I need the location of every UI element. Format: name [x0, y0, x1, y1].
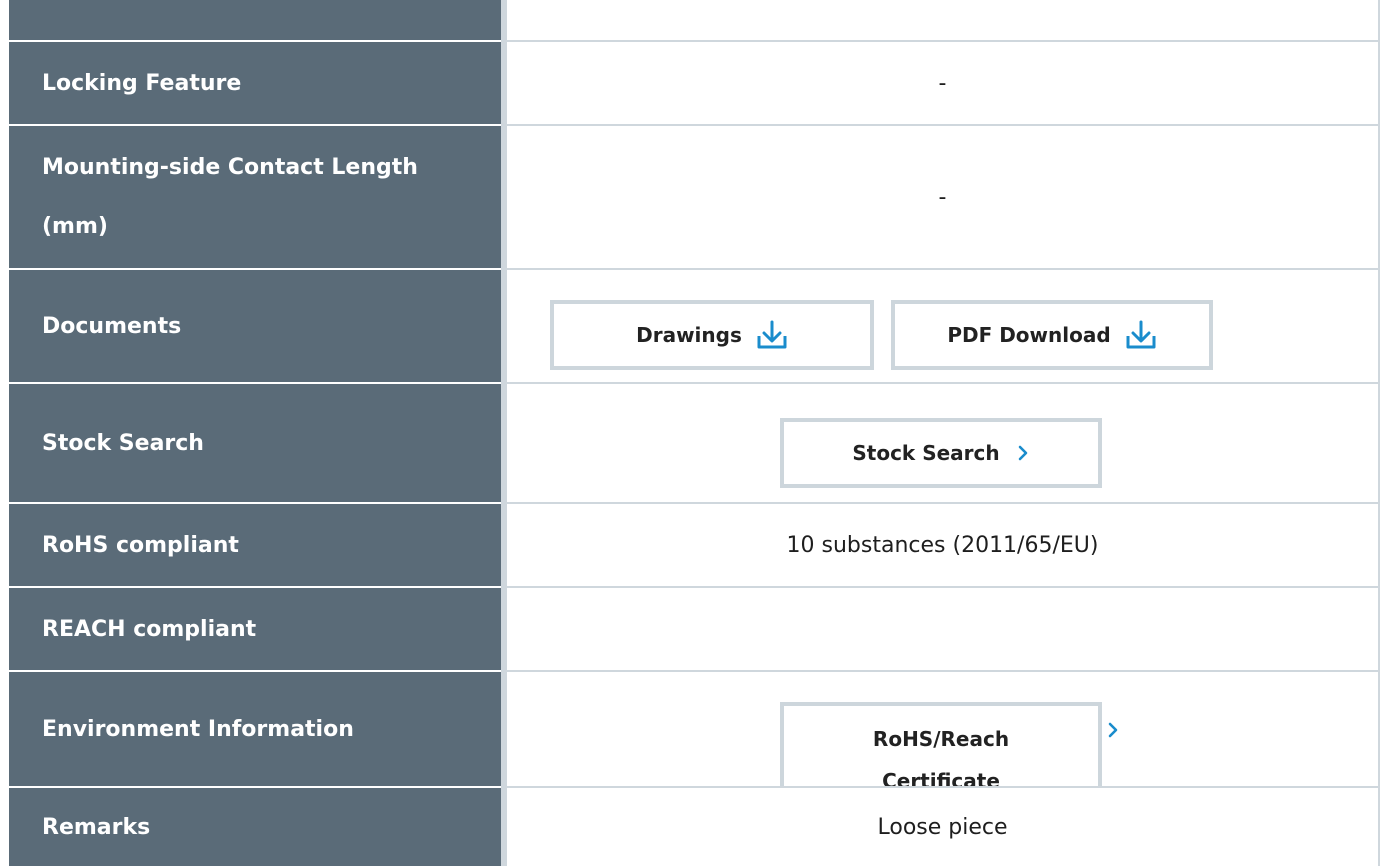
table-row-environment: Environment Information RoHS/Reach Certi… [0, 672, 1384, 786]
row-label-line2: (mm) [42, 214, 108, 239]
row-label-reach: REACH compliant [9, 588, 501, 670]
rohs-reach-certificate-button[interactable]: RoHS/Reach Certificate [780, 702, 1102, 786]
pdf-download-button-label: PDF Download [947, 323, 1111, 347]
row-value-remarks: Loose piece [877, 814, 1008, 840]
drawings-button[interactable]: Drawings [550, 300, 874, 370]
row-value-locking: - [938, 70, 947, 96]
table-row-rohs: RoHS compliant 10 substances (2011/65/EU… [0, 504, 1384, 586]
stock-search-button-label: Stock Search [852, 441, 1000, 465]
row-label-remarks: Remarks [9, 788, 501, 866]
row-label-stock-search: Stock Search [9, 384, 501, 502]
table-row-contact-length: Mounting-side Contact Length (mm) - [0, 126, 1384, 268]
certificate-button-line1: RoHS/Reach [872, 727, 1010, 751]
table-row-documents: Documents Drawings PDF Download [0, 270, 1384, 382]
table-row-top [0, 0, 1384, 40]
row-label-locking: Locking Feature [9, 42, 501, 124]
table-row-remarks: Remarks Loose piece [0, 788, 1384, 866]
chevron-right-icon [1018, 445, 1027, 461]
drawings-button-label: Drawings [636, 323, 742, 347]
stock-search-button[interactable]: Stock Search [780, 418, 1102, 488]
chevron-right-icon[interactable] [1106, 720, 1120, 740]
row-label-contact-length: Mounting-side Contact Length (mm) [9, 126, 501, 268]
row-value-contact-length: - [938, 184, 947, 210]
row-label-rohs: RoHS compliant [9, 504, 501, 586]
download-icon [757, 320, 787, 349]
table-row-stock-search: Stock Search Stock Search [0, 384, 1384, 502]
table-row-reach: REACH compliant [0, 588, 1384, 670]
certificate-button-line2: Certificate [882, 769, 1000, 786]
row-label-environment: Environment Information [9, 672, 501, 786]
row-label-documents: Documents [9, 270, 501, 382]
pdf-download-button[interactable]: PDF Download [891, 300, 1213, 370]
row-value-reach [507, 588, 1378, 670]
download-icon [1126, 320, 1156, 349]
row-value-rohs: 10 substances (2011/65/EU) [786, 532, 1099, 558]
table-row-locking: Locking Feature - [0, 42, 1384, 124]
row-label-empty [9, 0, 501, 40]
row-label-line1: Mounting-side Contact Length [42, 155, 418, 180]
certificate-button-label: RoHS/Reach Certificate [784, 718, 1098, 786]
